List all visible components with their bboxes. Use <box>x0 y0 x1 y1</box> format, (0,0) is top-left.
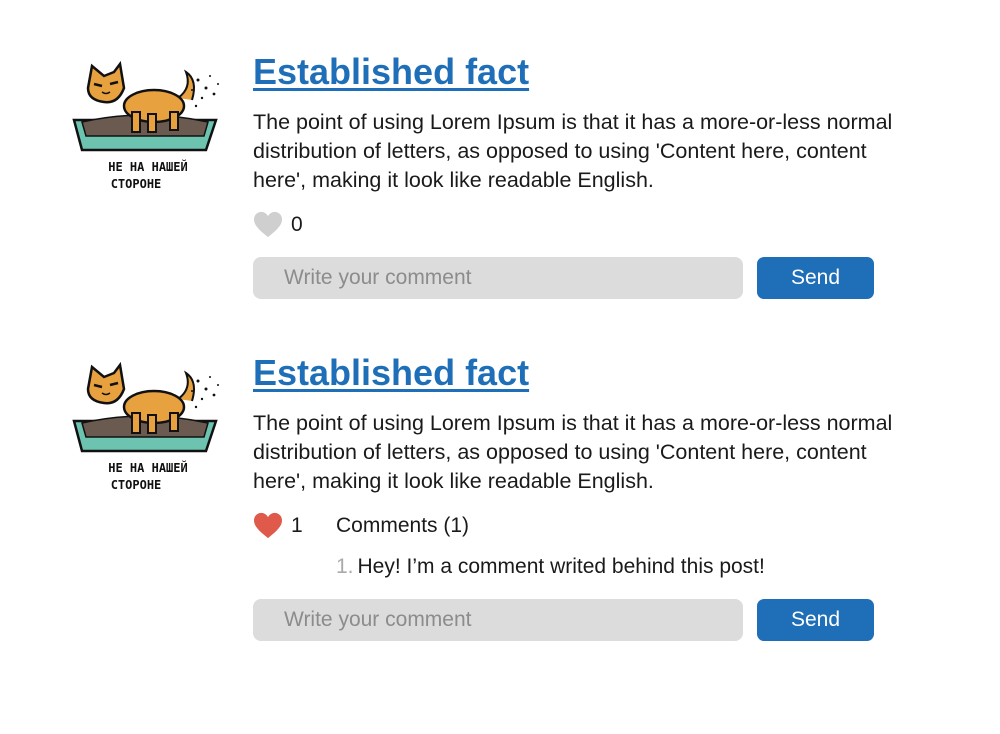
post-title-link[interactable]: Established fact <box>253 50 953 94</box>
comment-text: Hey! I’m a comment writed behind this po… <box>357 555 765 578</box>
heart-icon[interactable] <box>253 211 283 239</box>
thumbnail-caption-line-2: СТОРОНЕ <box>111 177 162 191</box>
post-body: The point of using Lorem Ipsum is that i… <box>253 110 893 192</box>
like-count: 1 <box>291 514 303 537</box>
thumbnail-caption-line-1: НЕ НА НАШЕЙ <box>108 460 187 475</box>
thumbnail-caption-line-1: НЕ НА НАШЕЙ <box>108 159 187 174</box>
send-button[interactable]: Send <box>757 257 874 299</box>
post-body: The point of using Lorem Ipsum is that i… <box>253 411 893 493</box>
cat-litter-box-illustration: НЕ НА НАШЕЙ СТОРОНЕ <box>72 361 219 492</box>
comment-list: 1. Hey! I’m a comment writed behind this … <box>336 552 953 582</box>
comment-input[interactable] <box>253 599 743 641</box>
comment-form: Send <box>253 257 953 299</box>
comments-label[interactable]: Comments (1) <box>336 514 469 538</box>
like-count: 0 <box>291 213 303 236</box>
comment-input[interactable] <box>253 257 743 299</box>
post-title-link[interactable]: Established fact <box>253 351 953 395</box>
comment-form: Send <box>253 599 953 641</box>
comment-item: 1. Hey! I’m a comment writed behind this … <box>336 552 953 582</box>
post-content: Established fact The point of using Lore… <box>253 50 953 299</box>
cat-litter-box-illustration: НЕ НА НАШЕЙ СТОРОНЕ <box>72 60 219 191</box>
comment-number: 1. <box>336 555 354 578</box>
post-meta: 0 <box>253 207 953 243</box>
heart-icon[interactable] <box>253 512 283 540</box>
post-content: Established fact The point of using Lore… <box>253 351 953 641</box>
send-button[interactable]: Send <box>757 599 874 641</box>
post-meta: 1 Comments (1) <box>253 508 953 544</box>
thumbnail-caption-line-2: СТОРОНЕ <box>111 478 162 492</box>
